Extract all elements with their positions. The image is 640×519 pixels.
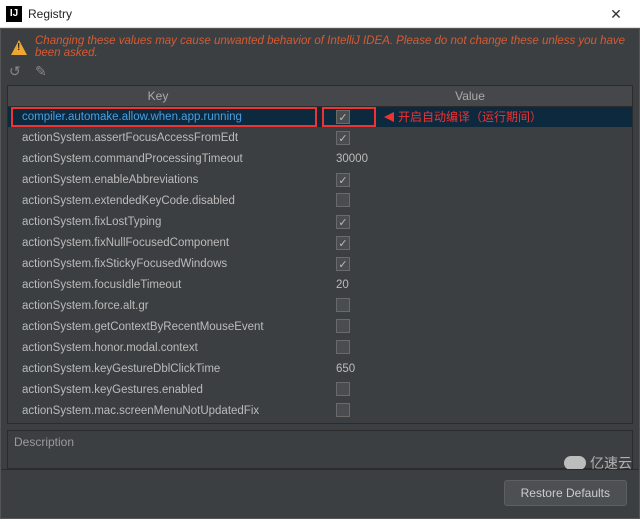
table-row[interactable]: actionSystem.commandProcessingTimeout300…: [8, 149, 632, 170]
registry-key: actionSystem.commandProcessingTimeout: [8, 153, 308, 165]
checkbox[interactable]: ✓: [336, 110, 350, 124]
table-row[interactable]: actionSystem.mouseGesturesEnabled✓: [8, 422, 632, 423]
checkbox[interactable]: ✓: [336, 131, 350, 145]
warning-text: Changing these values may cause unwanted…: [35, 35, 629, 59]
revert-icon[interactable]: ↺: [9, 63, 27, 81]
registry-key: actionSystem.honor.modal.context: [8, 342, 308, 354]
table-row[interactable]: actionSystem.extendedKeyCode.disabled: [8, 191, 632, 212]
table-row[interactable]: actionSystem.assertFocusAccessFromEdt ✓: [8, 128, 632, 149]
registry-value[interactable]: [308, 382, 632, 399]
table-row[interactable]: actionSystem.force.alt.gr: [8, 296, 632, 317]
checkbox[interactable]: ✓: [336, 257, 350, 271]
registry-value[interactable]: [308, 403, 632, 420]
registry-value[interactable]: ✓: [308, 215, 632, 229]
checkbox[interactable]: ✓: [336, 236, 350, 250]
dialog-body: Changing these values may cause unwanted…: [0, 28, 640, 519]
table-rows[interactable]: 开启自动编译（运行期间） compiler.automake.allow.whe…: [8, 107, 632, 423]
warning-icon: [11, 40, 27, 55]
registry-value[interactable]: ✓: [308, 173, 632, 187]
table-row[interactable]: actionSystem.getContextByRecentMouseEven…: [8, 317, 632, 338]
table-row[interactable]: actionSystem.keyGestures.enabled: [8, 380, 632, 401]
registry-key: actionSystem.fixStickyFocusedWindows: [8, 258, 308, 270]
registry-value[interactable]: 650: [308, 363, 632, 375]
registry-value[interactable]: [308, 319, 632, 336]
registry-value[interactable]: 30000: [308, 153, 632, 165]
registry-key: actionSystem.keyGestureDblClickTime: [8, 363, 308, 375]
table-row[interactable]: actionSystem.focusIdleTimeout20: [8, 275, 632, 296]
checkbox[interactable]: ✓: [336, 173, 350, 187]
registry-value[interactable]: [308, 193, 632, 210]
registry-value[interactable]: ✓: [308, 110, 632, 124]
restore-defaults-button[interactable]: Restore Defaults: [504, 480, 627, 506]
registry-table: Key Value 开启自动编译（运行期间） compiler.automake…: [7, 85, 633, 424]
window-title: Registry: [28, 7, 72, 21]
app-icon: IJ: [6, 6, 22, 22]
header-value: Value: [308, 86, 632, 106]
close-button[interactable]: ✕: [596, 0, 636, 28]
toolbar: ↺ ✎: [1, 61, 639, 83]
header-key: Key: [8, 86, 308, 106]
registry-key: actionSystem.mac.screenMenuNotUpdatedFix: [8, 405, 308, 417]
checkbox[interactable]: [336, 340, 350, 354]
dialog-footer: Restore Defaults: [1, 469, 639, 518]
checkbox[interactable]: [336, 298, 350, 312]
table-row[interactable]: actionSystem.keyGestureDblClickTime650: [8, 359, 632, 380]
registry-key: actionSystem.focusIdleTimeout: [8, 279, 308, 291]
table-row[interactable]: actionSystem.honor.modal.context: [8, 338, 632, 359]
registry-value[interactable]: ✓: [308, 131, 632, 145]
edit-icon[interactable]: ✎: [35, 63, 53, 81]
description-label: Description: [14, 435, 74, 449]
titlebar: IJ Registry ✕: [0, 0, 640, 28]
checkbox[interactable]: [336, 319, 350, 333]
registry-key: actionSystem.fixNullFocusedComponent: [8, 237, 308, 249]
registry-key: actionSystem.extendedKeyCode.disabled: [8, 195, 308, 207]
checkbox[interactable]: ✓: [336, 215, 350, 229]
table-row[interactable]: actionSystem.enableAbbreviations ✓: [8, 170, 632, 191]
table-row[interactable]: actionSystem.fixStickyFocusedWindows ✓: [8, 254, 632, 275]
table-row[interactable]: actionSystem.mac.screenMenuNotUpdatedFix: [8, 401, 632, 422]
checkbox[interactable]: [336, 193, 350, 207]
checkbox[interactable]: [336, 382, 350, 396]
registry-value[interactable]: ✓: [308, 236, 632, 250]
registry-value[interactable]: [308, 340, 632, 357]
registry-key: actionSystem.assertFocusAccessFromEdt: [8, 132, 308, 144]
warning-banner: Changing these values may cause unwanted…: [1, 29, 639, 61]
table-header: Key Value: [8, 86, 632, 107]
registry-key: actionSystem.getContextByRecentMouseEven…: [8, 321, 308, 333]
checkbox[interactable]: [336, 403, 350, 417]
description-panel: Description: [7, 430, 633, 469]
registry-key: actionSystem.keyGestures.enabled: [8, 384, 308, 396]
registry-key: actionSystem.force.alt.gr: [8, 300, 308, 312]
cloud-icon: [564, 456, 586, 470]
registry-key: actionSystem.fixLostTyping: [8, 216, 308, 228]
table-row[interactable]: actionSystem.fixNullFocusedComponent ✓: [8, 233, 632, 254]
registry-value[interactable]: ✓: [308, 257, 632, 271]
registry-value[interactable]: 20: [308, 279, 632, 291]
registry-key: compiler.automake.allow.when.app.running: [8, 111, 308, 123]
table-row[interactable]: actionSystem.fixLostTyping ✓: [8, 212, 632, 233]
registry-key: actionSystem.enableAbbreviations: [8, 174, 308, 186]
registry-value[interactable]: [308, 298, 632, 315]
